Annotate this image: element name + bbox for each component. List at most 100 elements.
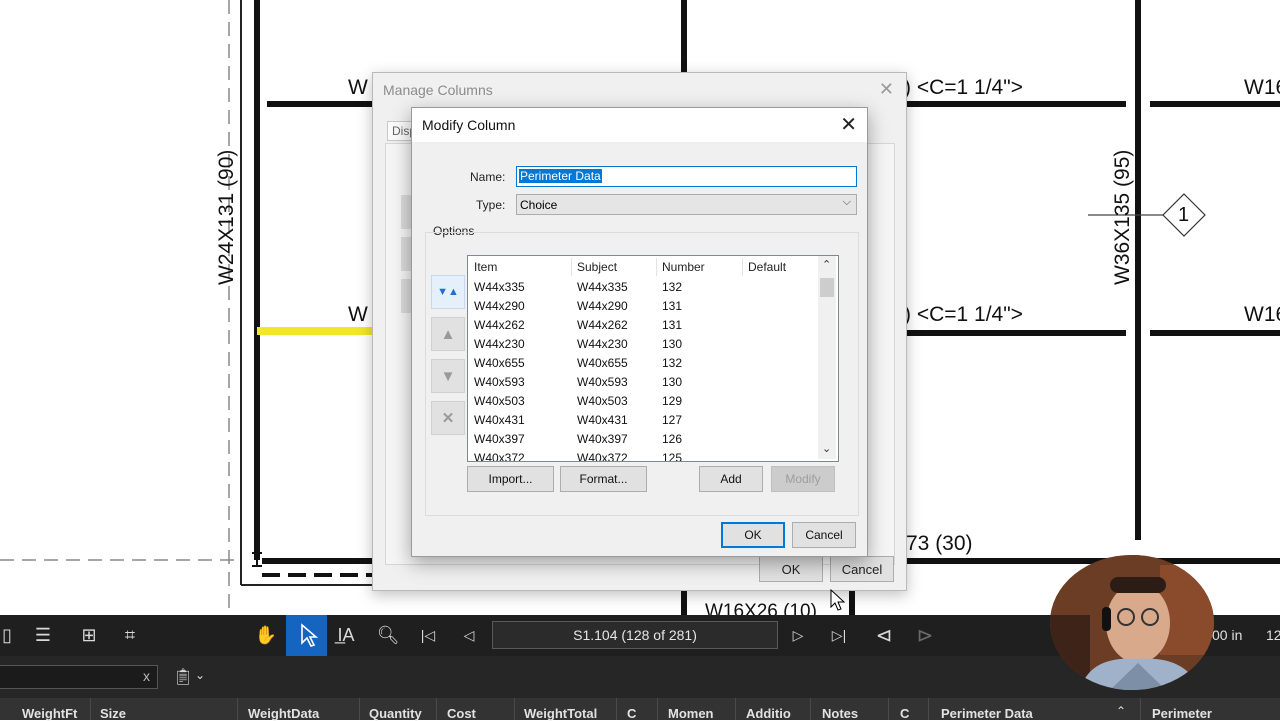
import-button[interactable]: Import... (467, 466, 554, 492)
first-page-icon[interactable]: |◁ (415, 622, 441, 648)
scale-extra-text: 12 (1266, 627, 1280, 643)
header-perimeter[interactable]: Perimeter (1152, 706, 1212, 721)
back-view-icon[interactable]: ⊲ (871, 622, 897, 648)
beam-label-bottom-right: 73 (30) (906, 532, 973, 555)
chevron-down-icon: ⌵ (842, 196, 851, 208)
options-list[interactable]: Item Subject Number Default W44x335 W44x3… (467, 255, 839, 462)
modify-column-dialog: Modify Column ✕ Name: Perimeter Data Typ… (411, 107, 868, 557)
column-label-left: W24X131 (90) (215, 149, 238, 285)
text-select-icon[interactable]: I̲A (333, 622, 359, 648)
close-icon[interactable]: ✕ (840, 112, 857, 137)
list-item[interactable]: W40x655 W40x655 132 (468, 354, 818, 373)
beam-label-mid-right: ) <C=1 1/4"> (904, 303, 1023, 326)
type-select-value: Choice (520, 198, 558, 212)
column-header-default[interactable]: Default (748, 260, 786, 274)
list-item[interactable]: W40x397 W40x397 126 (468, 430, 818, 449)
column-header-item[interactable]: Item (474, 260, 497, 274)
panel-layout-icon[interactable]: ▯ (0, 622, 20, 648)
cell-subject: W40x503 (577, 394, 628, 408)
add-page-icon[interactable]: ⊞ (76, 622, 102, 648)
header-c[interactable]: C (627, 706, 636, 721)
move-up-button[interactable]: ▲ (431, 317, 465, 351)
list-item[interactable]: W40x372 W40x372 125 (468, 449, 818, 462)
cell-number: 132 (662, 280, 683, 294)
manage-columns-ok-button[interactable]: OK (759, 556, 823, 582)
cell-number: 126 (662, 432, 683, 446)
clear-filter-icon[interactable]: x (143, 668, 150, 684)
header-separator (90, 698, 91, 720)
modify-button[interactable]: Modify (771, 466, 835, 492)
crop-icon[interactable]: ⌗ (117, 622, 143, 648)
forward-view-icon[interactable]: ⊳ (912, 622, 938, 648)
beam-label-far-right-mid: W16 (1244, 303, 1280, 326)
sort-ascending-icon[interactable]: ⌃ (1116, 704, 1126, 718)
type-select[interactable]: Choice ⌵ (516, 194, 857, 215)
header-separator (514, 698, 515, 720)
add-button[interactable]: Add (699, 466, 763, 492)
list-item[interactable]: W40x593 W40x593 130 (468, 373, 818, 392)
previous-page-icon[interactable]: ◁ (456, 622, 482, 648)
zoom-icon[interactable]: 🔍︎ (375, 622, 401, 648)
cell-subject: W40x593 (577, 375, 628, 389)
header-separator (888, 698, 889, 720)
list-item[interactable]: W44x262 W44x262 131 (468, 316, 818, 335)
header-perimeter-data[interactable]: Perimeter Data (941, 706, 1033, 721)
pan-hand-icon[interactable]: ✋ (253, 622, 279, 648)
list-item[interactable]: W44x230 W44x230 130 (468, 335, 818, 354)
name-field[interactable]: Perimeter Data (516, 166, 857, 187)
cell-number: 130 (662, 337, 683, 351)
last-page-icon[interactable]: ▷| (826, 622, 852, 648)
split-view-icon[interactable]: ☰ (30, 622, 56, 648)
cell-number: 125 (662, 451, 683, 462)
column-label-right: W36X135 (95) (1111, 149, 1134, 285)
ok-button[interactable]: OK (721, 522, 785, 548)
beam-label-bottom: W16X26 (10) (705, 601, 817, 615)
list-item[interactable]: W40x503 W40x503 129 (468, 392, 818, 411)
scrollbar[interactable]: ⌃ ⌄ (818, 256, 836, 459)
delete-button[interactable]: ✕ (431, 401, 465, 435)
header-separator (928, 698, 929, 720)
column-header-number[interactable]: Number (662, 260, 705, 274)
header-quantity[interactable]: Quantity (369, 706, 422, 721)
list-item[interactable]: W44x290 W44x290 131 (468, 297, 818, 316)
webcam-overlay (1050, 555, 1214, 690)
presenter-video-image (1050, 555, 1214, 690)
header-size[interactable]: Size (100, 706, 126, 721)
cursor-arrow-icon (301, 623, 319, 647)
list-item[interactable]: W44x335 W44x335 132 (468, 278, 818, 297)
clipboard-icon[interactable]: 📋︎ (170, 664, 196, 690)
move-down-button[interactable]: ▼ (431, 359, 465, 393)
header-additio[interactable]: Additio (746, 706, 791, 721)
scroll-down-icon[interactable]: ⌄ (822, 442, 831, 455)
header-weightdata[interactable]: WeightData (248, 706, 319, 721)
cell-item: W40x372 (474, 451, 525, 462)
list-item[interactable]: W40x431 W40x431 127 (468, 411, 818, 430)
type-label: Type: (476, 198, 506, 212)
header-weightft[interactable]: WeightFt (22, 706, 77, 721)
move-top-button[interactable]: ▼▲ (431, 275, 465, 309)
scroll-up-icon[interactable]: ⌃ (822, 258, 831, 271)
format-button[interactable]: Format... (560, 466, 647, 492)
chevron-down-icon[interactable]: ⌄ (195, 668, 205, 682)
manage-columns-cancel-button[interactable]: Cancel (830, 556, 894, 582)
beam-label-top-right: ) <C=1 1/4"> (904, 76, 1023, 99)
cancel-button[interactable]: Cancel (792, 522, 856, 548)
close-icon[interactable]: ✕ (879, 79, 894, 100)
header-cost[interactable]: Cost (447, 706, 476, 721)
header-notes[interactable]: Notes (822, 706, 858, 721)
header-separator (810, 698, 811, 720)
cell-subject: W44x262 (577, 318, 628, 332)
page-indicator[interactable]: S1.104 (128 of 281) (492, 621, 778, 649)
mouse-cursor-icon (830, 589, 846, 611)
scroll-thumb[interactable] (820, 278, 834, 297)
next-page-icon[interactable]: ▷ (785, 622, 811, 648)
cell-item: W40x431 (474, 413, 525, 427)
header-momen[interactable]: Momen (668, 706, 714, 721)
column-header-subject[interactable]: Subject (577, 260, 617, 274)
filter-input[interactable] (0, 665, 158, 689)
header-weighttotal[interactable]: WeightTotal (524, 706, 597, 721)
beam-label-far-right-top: W16 (1244, 76, 1280, 99)
name-field-value: Perimeter Data (519, 169, 602, 183)
header-c2[interactable]: C (900, 706, 909, 721)
select-tool-button[interactable] (286, 615, 327, 656)
